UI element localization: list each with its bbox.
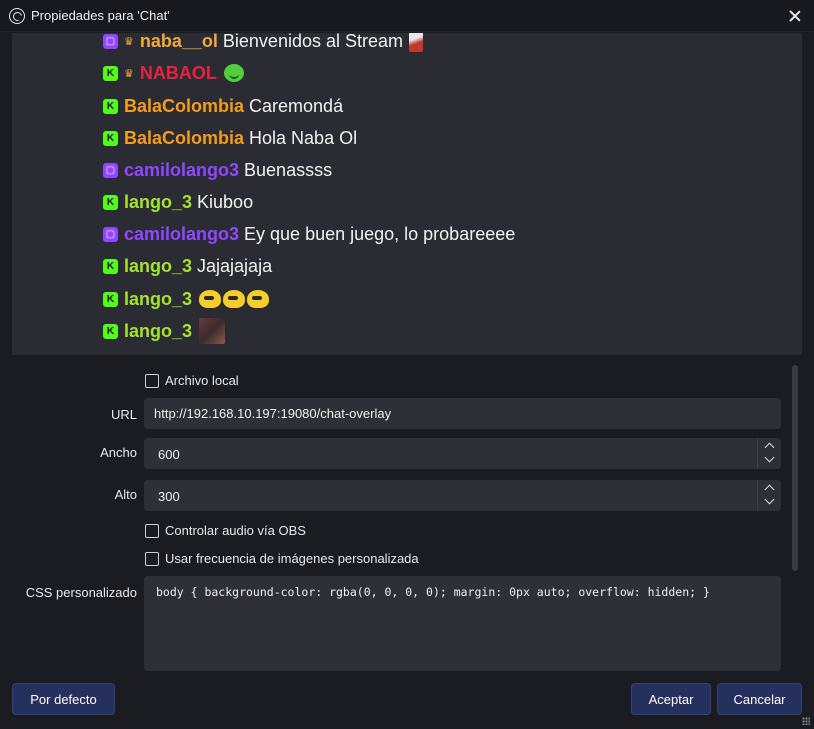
- chat-username: NABAOL: [139, 62, 217, 83]
- control-audio-checkbox[interactable]: [145, 523, 159, 538]
- height-stepper[interactable]: [757, 480, 781, 511]
- chevron-up-icon[interactable]: [764, 442, 775, 453]
- chat-username: camilolango3: [124, 223, 240, 244]
- kick-logo-icon: K: [103, 130, 118, 146]
- width-stepper[interactable]: [757, 438, 781, 469]
- duck-emote-icon: [223, 290, 246, 308]
- close-icon[interactable]: [782, 4, 808, 28]
- frog-emote-icon: [223, 64, 244, 82]
- custom-fps-label: Usar frecuencia de imágenes personalizad…: [165, 551, 419, 566]
- kick-logo-icon: K: [103, 258, 118, 274]
- crown-icon: ♛: [124, 67, 134, 80]
- chat-username: BalaColombia: [124, 95, 245, 116]
- chat-username: lango_3: [124, 191, 193, 212]
- title-bar: Propiedades para 'Chat': [0, 0, 814, 32]
- chat-message: ▢ camilolango3 Buenassss: [103, 158, 332, 182]
- twitch-logo-icon: ▢: [103, 226, 118, 242]
- kick-logo-icon: K: [103, 194, 118, 210]
- width-spinbox[interactable]: 600: [144, 438, 781, 469]
- chat-text: Ey que buen juego, lo probareeee: [244, 223, 516, 244]
- source-preview: ▢ ♛ naba__ol Bienvenidos al Stream K ♛ NABAOL K…: [12, 33, 802, 355]
- control-audio-checkbox-row[interactable]: Controlar audio vía OBS: [145, 523, 306, 538]
- chat-text: Hola Naba Ol: [249, 127, 358, 148]
- chat-username: lango_3: [124, 288, 193, 309]
- obs-logo-icon: [9, 8, 25, 24]
- custom-css-label: CSS personalizado: [25, 585, 137, 600]
- custom-fps-checkbox[interactable]: [145, 551, 159, 566]
- chat-message: ▢ ♛ naba__ol Bienvenidos al Stream: [103, 33, 424, 53]
- height-value: 300: [158, 489, 180, 504]
- url-input[interactable]: http://192.168.10.197:19080/chat-overlay: [144, 398, 781, 429]
- kick-logo-icon: K: [103, 65, 118, 81]
- chat-message: Klango_3: [103, 318, 226, 344]
- twitch-logo-icon: ▢: [103, 162, 118, 178]
- chat-text: Kiuboo: [197, 191, 254, 212]
- width-label: Ancho: [100, 445, 137, 460]
- chat-message: K BalaColombia Caremondá: [103, 94, 343, 118]
- chevron-down-icon[interactable]: [764, 452, 775, 463]
- chat-username: naba__ol: [139, 33, 218, 51]
- chevron-down-icon[interactable]: [764, 494, 775, 505]
- width-value: 600: [158, 447, 180, 462]
- defaults-button[interactable]: Por defecto: [12, 683, 115, 715]
- form-scrollbar[interactable]: [792, 365, 798, 571]
- chat-text: Bienvenidos al Stream: [222, 33, 404, 51]
- kick-logo-icon: K: [103, 291, 118, 307]
- chat-message: Klango_3 Jajajajaja: [103, 254, 272, 278]
- url-label: URL: [110, 407, 137, 422]
- window-title: Propiedades para 'Chat': [31, 8, 170, 23]
- chat-message: Klango_3 Kiuboo: [103, 190, 253, 214]
- kick-logo-icon: K: [103, 98, 118, 114]
- chat-text: Buenassss: [244, 159, 333, 180]
- kick-logo-icon: K: [103, 323, 118, 339]
- chat-text: Caremondá: [249, 95, 344, 116]
- chat-username: lango_3: [124, 255, 193, 276]
- chat-username: BalaColombia: [124, 127, 245, 148]
- resize-grip-icon[interactable]: [802, 717, 810, 725]
- chat-message: Klango_3: [103, 287, 270, 311]
- chat-message: ▢ camilolango3 Ey que buen juego, lo proba…: [103, 222, 515, 246]
- duck-emote-icon: [199, 290, 222, 308]
- custom-css-textarea[interactable]: body { background-color: rgba(0, 0, 0, 0…: [144, 576, 781, 671]
- local-file-checkbox[interactable]: [145, 373, 159, 388]
- local-file-checkbox-row[interactable]: Archivo local: [145, 373, 239, 388]
- cancel-button[interactable]: Cancelar: [717, 683, 802, 715]
- twitch-logo-icon: ▢: [103, 33, 118, 49]
- chat-text: Jajajajaja: [197, 255, 273, 276]
- custom-fps-checkbox-row[interactable]: Usar frecuencia de imágenes personalizad…: [145, 551, 419, 566]
- chat-message: K BalaColombia Hola Naba Ol: [103, 126, 357, 150]
- chat-message: K ♛ NABAOL: [103, 61, 244, 85]
- local-file-label: Archivo local: [165, 373, 239, 388]
- knife-emote-icon: [409, 33, 424, 52]
- control-audio-label: Controlar audio vía OBS: [165, 523, 306, 538]
- chat-username: camilolango3: [124, 159, 240, 180]
- height-label: Alto: [114, 487, 137, 502]
- duck-emote-icon: [247, 290, 270, 308]
- accept-button[interactable]: Aceptar: [631, 683, 711, 715]
- chevron-up-icon[interactable]: [764, 484, 775, 495]
- crown-icon: ♛: [124, 35, 134, 48]
- photo-emote-icon: [199, 318, 226, 344]
- height-spinbox[interactable]: 300: [144, 480, 781, 511]
- chat-username: lango_3: [124, 320, 193, 341]
